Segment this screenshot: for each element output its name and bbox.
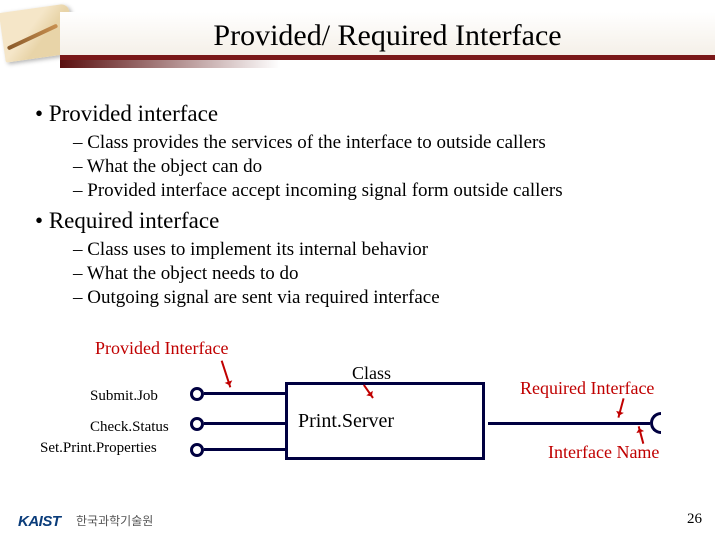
lollipop-icon (190, 443, 204, 457)
lollipop-connector (204, 422, 286, 425)
bullet-required-heading: Required interface (35, 208, 695, 234)
title-bar: Provided/ Required Interface (60, 12, 715, 60)
uml-diagram: Provided Interface Submit.Job Check.Stat… (0, 330, 720, 490)
label-provided-interface: Provided Interface (95, 338, 228, 359)
page-number: 26 (687, 511, 702, 528)
slide-title: Provided/ Required Interface (213, 19, 561, 53)
content-area: Provided interface Class provides the se… (35, 95, 695, 310)
arrow-icon (221, 360, 232, 387)
required-connector (488, 422, 650, 425)
socket-icon (650, 412, 661, 434)
class-box: Print.Server (285, 382, 485, 460)
lollipop-icon (190, 417, 204, 431)
class-name: Print.Server (298, 410, 394, 433)
label-class: Class (352, 363, 391, 384)
bullet-required-item: What the object needs to do (73, 262, 695, 286)
lollipop-connector (204, 392, 286, 395)
label-port-submit: Submit.Job (90, 388, 158, 405)
arrow-icon (617, 398, 624, 418)
label-interface-name: Interface Name (548, 442, 659, 463)
label-required-interface: Required Interface (520, 378, 654, 399)
bullet-provided-heading: Provided interface (35, 101, 695, 127)
logo-kaist: KAIST (18, 513, 61, 530)
lollipop-connector (204, 448, 286, 451)
bullet-required-item: Outgoing signal are sent via required in… (73, 286, 695, 310)
bullet-provided-item: Class provides the services of the inter… (73, 131, 695, 155)
footer: KAIST 한국과학기술원 26 (0, 508, 720, 534)
logo-korean: 한국과학기술원 (76, 512, 153, 529)
title-accent (60, 60, 280, 68)
label-port-setprops: Set.Print.Properties (40, 440, 157, 457)
label-port-check: Check.Status (90, 420, 175, 435)
bullet-required-item: Class uses to implement its internal beh… (73, 238, 695, 262)
lollipop-icon (190, 387, 204, 401)
bullet-provided-item: What the object can do (73, 155, 695, 179)
bullet-provided-item: Provided interface accept incoming signa… (73, 179, 695, 203)
